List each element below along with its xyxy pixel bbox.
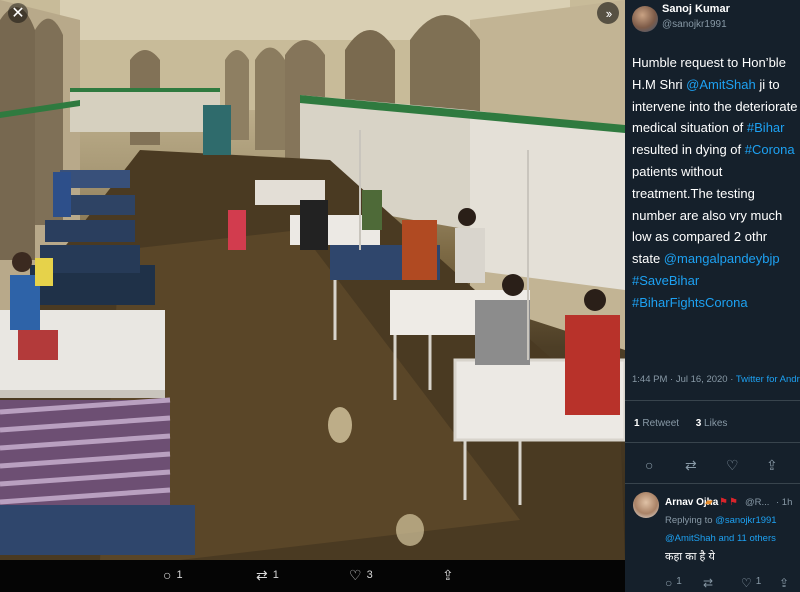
comment-icon[interactable]: ○: [645, 457, 653, 473]
close-icon[interactable]: ✕: [8, 3, 28, 23]
tweet-actions: ○ ⇄ ♡ ⇪: [625, 457, 800, 477]
reply-time: · 1h: [776, 497, 793, 508]
reply-author-handle[interactable]: @R...: [745, 497, 769, 508]
author-name[interactable]: Sanoj Kumar: [662, 3, 730, 15]
flag-icon: ⚑: [729, 497, 738, 508]
heart-icon: ♡: [741, 576, 752, 590]
media-retweet-count: 1: [272, 569, 279, 581]
media-reply-button[interactable]: ○ 1: [163, 568, 183, 582]
tweet-detail-panel: Sanoj Kumar @sanojkr1991 Humble request …: [625, 0, 800, 592]
comment-icon: ○: [163, 567, 172, 583]
reply-actions: ○ 1 ⇄ ♡ 1 ⇪: [625, 576, 800, 592]
reply-share-button[interactable]: ⇪: [779, 576, 789, 590]
likes-stat[interactable]: 3 Likes: [696, 418, 728, 429]
media-share-button[interactable]: ⇪: [442, 568, 454, 582]
replying-user-link[interactable]: @sanojkr1991: [715, 515, 776, 526]
tweet-link[interactable]: @AmitShah: [686, 77, 756, 92]
heart-icon[interactable]: ♡: [726, 457, 739, 473]
avatar[interactable]: [633, 492, 659, 518]
tweet-stats: 1 Retweet 3 Likes: [634, 418, 727, 429]
chevron-double-right-icon[interactable]: ››: [597, 2, 619, 24]
tweet-link[interactable]: #Corona: [745, 142, 795, 157]
flooded-ward-photo: [0, 0, 625, 560]
tweet-photo[interactable]: ✕ ››: [0, 0, 625, 560]
heart-icon: ♡: [349, 567, 362, 583]
share-icon: ⇪: [779, 576, 790, 590]
retweet-stat[interactable]: 1 Retweet: [634, 418, 679, 429]
share-icon: ⇪: [442, 567, 454, 583]
divider: [625, 442, 800, 443]
share-icon[interactable]: ⇪: [766, 457, 778, 473]
avatar[interactable]: [632, 6, 658, 32]
media-action-bar: ○ 1 ⇄ 1 ♡ 3 ⇪: [0, 560, 625, 592]
divider: [625, 483, 800, 484]
tweet-link[interactable]: @mangalpandeybjp: [664, 251, 780, 266]
tweet-link[interactable]: #Bihar: [747, 120, 785, 135]
comment-icon: ○: [665, 576, 673, 590]
reply-like-button[interactable]: ♡ 1: [741, 576, 761, 590]
media-retweet-button[interactable]: ⇄ 1: [256, 568, 279, 582]
divider: [625, 400, 800, 401]
media-like-button[interactable]: ♡ 3: [349, 568, 373, 582]
reply-text: कहा का है ये: [665, 551, 715, 563]
tweet-time[interactable]: 1:44 PM · Jul 16, 2020 ·: [632, 374, 736, 385]
retweet-icon[interactable]: ⇄: [685, 457, 697, 473]
replying-to-others: @AmitShah and 11 others: [665, 533, 776, 544]
others-link[interactable]: and 11 others: [716, 533, 775, 544]
tweet-link[interactable]: #SaveBihar: [632, 273, 699, 288]
media-reply-count: 1: [176, 569, 183, 581]
replying-to: Replying to @sanojkr1991: [665, 515, 777, 526]
tweet-text: Humble request to Hon’ble H.M Shri @Amit…: [632, 52, 798, 314]
tweet-link[interactable]: #BiharFightsCorona: [632, 295, 748, 310]
tweet-source[interactable]: Twitter for Android: [736, 374, 800, 385]
reply-tweet[interactable]: Arnav Ojha ▰ ⚑ ⚑ @R... · 1h Replying to …: [625, 488, 800, 592]
media-like-count: 3: [366, 569, 373, 581]
flag-icon: ▰: [705, 497, 713, 508]
author-handle[interactable]: @sanojkr1991: [662, 19, 727, 30]
reply-retweet-button[interactable]: ⇄: [703, 576, 717, 590]
tweet-timestamp: 1:44 PM · Jul 16, 2020 · Twitter for And…: [632, 374, 800, 385]
retweet-icon: ⇄: [703, 576, 714, 590]
reply-comment-button[interactable]: ○ 1: [665, 576, 682, 590]
replying-user-link[interactable]: @AmitShah: [665, 533, 716, 544]
flag-icon: ⚑: [719, 497, 728, 508]
tweet-text-segment: resulted in dying of: [632, 142, 745, 158]
retweet-icon: ⇄: [256, 567, 268, 583]
